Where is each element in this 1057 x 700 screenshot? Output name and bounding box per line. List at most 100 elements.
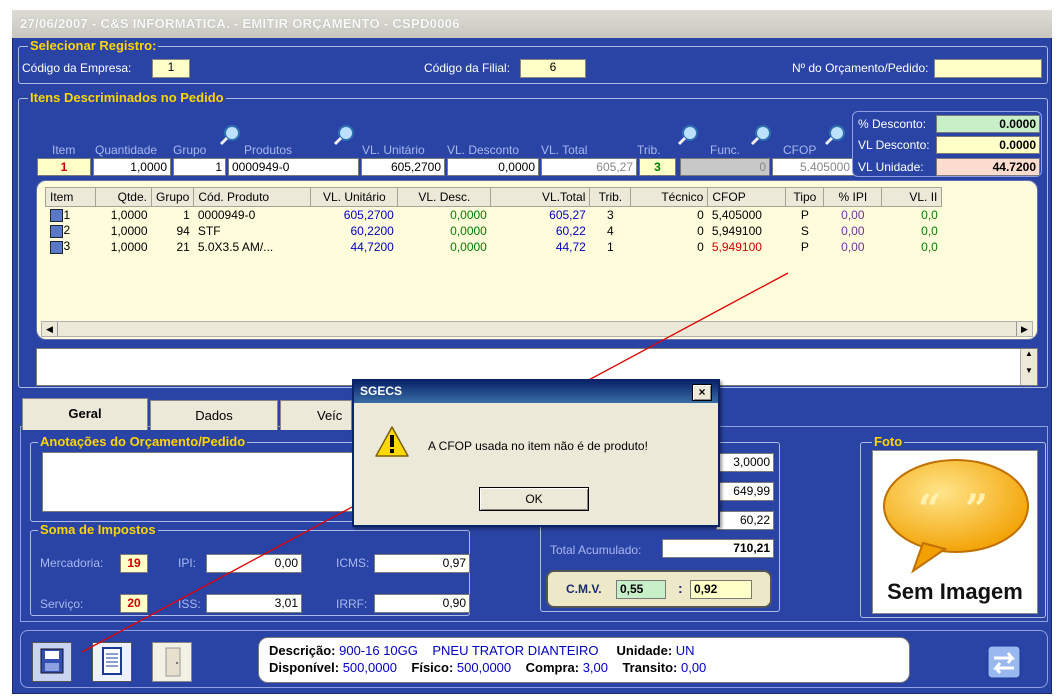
- cell-qtde: 1,0000: [110, 223, 148, 238]
- cell-ipi: 0,00: [841, 207, 865, 222]
- hdr-produtos: Produtos: [244, 143, 293, 157]
- entry-trib[interactable]: 3: [639, 158, 676, 176]
- col-vl-total[interactable]: VL.Total: [490, 187, 591, 207]
- dialog-message: A CFOP usada no item não é de produto!: [428, 439, 648, 453]
- anotacoes-legend: Anotações do Orçamento/Pedido: [38, 434, 248, 449]
- fisico-label: Físico:: [411, 660, 454, 675]
- entry-cfop[interactable]: 5.405000: [772, 158, 854, 176]
- cell-trib: 4: [607, 223, 614, 238]
- desconto-pct-field[interactable]: 0.0000: [936, 115, 1040, 133]
- vl-desconto-field[interactable]: 0.0000: [936, 136, 1040, 154]
- tab-dados[interactable]: Dados: [150, 400, 278, 430]
- window-title: 27/06/2007 - C&S INFORMATICA. - EMITIR O…: [20, 16, 460, 31]
- filial-label: Código da Filial:: [424, 61, 511, 75]
- col-vl-unitario[interactable]: VL. Unitário: [310, 187, 399, 207]
- entry-func[interactable]: 0: [680, 158, 770, 176]
- cell-cod: STF: [197, 223, 221, 238]
- table-row[interactable]: 2 1,0000 94 STF 60,2200 0,0000 60,22 4 0…: [46, 223, 942, 239]
- cell-vl-ii: 0,0: [921, 207, 938, 222]
- iss-field[interactable]: 3,01: [206, 594, 302, 613]
- search-func-icon[interactable]: [750, 124, 772, 146]
- total-field-1[interactable]: 3,0000: [716, 453, 774, 472]
- cell-tecnico: 0: [697, 239, 704, 254]
- transito-value: 0,00: [680, 660, 707, 675]
- col-cod-produto[interactable]: Cód. Produto: [193, 187, 312, 207]
- entry-vl-desconto[interactable]: 0,0000: [447, 158, 539, 176]
- itens-legend: Itens Descriminados no Pedido: [28, 90, 226, 105]
- cell-vl-desc: 0,0000: [450, 239, 487, 254]
- cell-vl-unit: 44,7200: [350, 239, 394, 254]
- document-button[interactable]: [92, 642, 132, 682]
- tab-veiculos[interactable]: Veíc: [280, 400, 352, 430]
- col-qtde[interactable]: Qtde.: [95, 187, 152, 207]
- table-row[interactable]: 3 1,0000 21 5.0X3.5 AM/... 44,7200 0,000…: [46, 239, 942, 255]
- tab-geral[interactable]: Geral: [22, 398, 148, 430]
- descricao-extra: PNEU TRATOR DIANTEIRO: [432, 643, 599, 658]
- search-grupo-icon[interactable]: [219, 124, 241, 146]
- vl-unidade-field[interactable]: 44.7200: [936, 158, 1040, 176]
- scroll-right-icon[interactable]: ▶: [1016, 322, 1032, 336]
- save-button[interactable]: [32, 642, 72, 682]
- servico-field[interactable]: 20: [120, 594, 148, 613]
- cell-tipo: S: [800, 223, 809, 238]
- dialog-title: SGECS: [360, 384, 403, 398]
- sem-imagem-text: Sem Imagem: [887, 579, 1023, 604]
- cell-vl-ii: 0,0: [921, 223, 938, 238]
- entry-vl-total: 605,27: [541, 158, 637, 176]
- entry-item[interactable]: 1: [37, 158, 91, 176]
- total-field-2[interactable]: 649,99: [716, 482, 774, 501]
- cell-cfop: 5,949100: [711, 239, 762, 254]
- orcamento-label: Nº do Orçamento/Pedido:: [792, 61, 929, 75]
- refresh-button[interactable]: [984, 642, 1024, 682]
- filial-field[interactable]: 6: [520, 59, 586, 78]
- ipi-label: IPI:: [178, 556, 197, 570]
- memo-scrollbar[interactable]: ▲ ▼: [1020, 349, 1037, 385]
- fisico-value: 500,0000: [456, 660, 512, 675]
- col-item[interactable]: Item: [45, 187, 96, 207]
- scroll-left-icon[interactable]: ◀: [42, 322, 58, 336]
- cmv-field-2[interactable]: 0,92: [690, 580, 752, 599]
- entry-vl-unitario[interactable]: 605,2700: [361, 158, 445, 176]
- irrf-field[interactable]: 0,90: [374, 594, 470, 613]
- iss-label: ISS:: [178, 597, 201, 611]
- grid-hscrollbar[interactable]: ◀ ▶: [41, 321, 1033, 337]
- cell-vl-unit: 605,2700: [343, 207, 394, 222]
- cell-cfop: 5,405000: [711, 207, 762, 222]
- descricao-value: 900-16 10GG: [339, 643, 418, 658]
- orcamento-field[interactable]: [934, 59, 1042, 78]
- acumulado-field[interactable]: 710,21: [662, 539, 774, 558]
- cell-qtde: 1,0000: [110, 239, 148, 254]
- foto-image[interactable]: “ ” Sem Imagem: [872, 450, 1038, 614]
- cell-tipo: P: [800, 207, 809, 222]
- empresa-field[interactable]: 1: [152, 59, 190, 78]
- col-cfop[interactable]: CFOP: [707, 187, 787, 207]
- anotacoes-textarea[interactable]: [42, 452, 360, 512]
- scroll-down-icon[interactable]: ▼: [1021, 366, 1037, 375]
- hdr-vl-unitario: VL. Unitário: [362, 143, 425, 157]
- entry-produto[interactable]: 0000949-0: [228, 158, 359, 176]
- table-row[interactable]: 1 1,0000 1 0000949-0 605,2700 0,0000 605…: [46, 207, 942, 223]
- col-trib[interactable]: Trib.: [589, 187, 632, 207]
- cmv-field-1[interactable]: 0,55: [616, 580, 666, 599]
- ipi-field[interactable]: 0,00: [206, 554, 302, 573]
- search-produtos-icon[interactable]: [333, 124, 355, 146]
- dialog-ok-button[interactable]: OK: [479, 487, 589, 511]
- col-tecnico[interactable]: Técnico: [630, 187, 709, 207]
- product-info-box: Descrição: 900-16 10GG PNEU TRATOR DIANT…: [258, 637, 910, 683]
- total-field-3[interactable]: 60,22: [716, 511, 774, 530]
- exit-door-button[interactable]: [152, 642, 192, 682]
- col-vl-desc[interactable]: VL. Desc.: [397, 187, 492, 207]
- col-tipo[interactable]: Tipo: [785, 187, 825, 207]
- search-cfop-icon[interactable]: [824, 124, 846, 146]
- col-grupo[interactable]: Grupo: [150, 187, 195, 207]
- search-trib-icon[interactable]: [677, 124, 699, 146]
- col-ipi[interactable]: % IPI: [823, 187, 883, 207]
- save-disk-icon: [40, 648, 64, 674]
- icms-field[interactable]: 0,97: [374, 554, 470, 573]
- col-vl-ii[interactable]: VL. II: [881, 187, 943, 207]
- entry-quantidade[interactable]: 1,0000: [93, 158, 171, 176]
- dialog-close-button[interactable]: ×: [692, 384, 712, 401]
- entry-grupo[interactable]: 1: [173, 158, 226, 176]
- mercadoria-field[interactable]: 19: [120, 554, 148, 573]
- scroll-up-icon[interactable]: ▲: [1021, 349, 1037, 358]
